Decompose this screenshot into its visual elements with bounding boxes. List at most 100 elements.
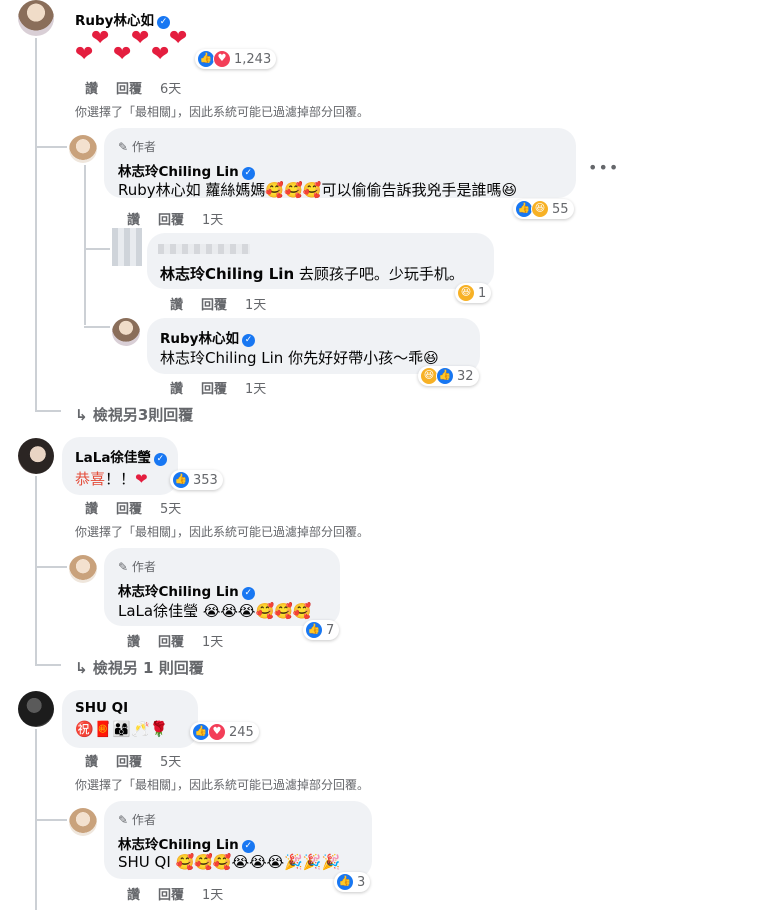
more-options-icon[interactable]: ••• xyxy=(588,158,619,177)
reaction-count[interactable]: 👍 3 xyxy=(334,872,371,892)
commenter-name-text[interactable]: Ruby林心如 xyxy=(160,331,239,347)
timestamp[interactable]: 1天 xyxy=(202,635,223,650)
reaction-count-text: 245 xyxy=(229,724,254,740)
timestamp[interactable]: 1天 xyxy=(245,382,266,397)
comment-text: SHU QI 🥰🥰🥰😭😭😭🎉🎉🎉 xyxy=(118,853,340,871)
reply-button[interactable]: 回覆 xyxy=(158,635,184,650)
comment-text-body: ㊗️🧧👨‍👩‍👦🥂🌹 xyxy=(75,720,169,738)
pencil-icon: ✎ xyxy=(118,560,129,574)
thread-line xyxy=(35,819,67,821)
commenter-name[interactable]: Ruby林心如 ✓ xyxy=(160,327,255,347)
love-icon: ♥ xyxy=(208,723,226,741)
pencil-icon: ✎ xyxy=(118,140,129,154)
reply-button[interactable]: 回覆 xyxy=(116,755,142,770)
avatar[interactable] xyxy=(18,438,54,474)
tag-link[interactable]: Ruby林心如 xyxy=(118,181,201,199)
like-button[interactable]: 讚 xyxy=(127,888,140,903)
commenter-name[interactable]: LaLa徐佳瑩 ✓ xyxy=(75,446,167,466)
comment-text: Ruby林心如 蘿絲媽媽🥰🥰🥰可以偷偷告訴我兇手是誰嗎😆 xyxy=(118,179,517,200)
tag-link[interactable]: LaLa徐佳瑩 xyxy=(118,602,198,620)
reaction-count[interactable]: 👍 😆 55 xyxy=(513,199,574,219)
like-button[interactable]: 讚 xyxy=(85,755,98,770)
avatar[interactable] xyxy=(69,555,97,583)
reply-button[interactable]: 回覆 xyxy=(201,298,227,313)
hearts-emoji: ❤ ❤ ❤ ❤ ❤ ❤ xyxy=(75,26,188,67)
commenter-name-text[interactable]: 林志玲Chiling Lin xyxy=(118,837,239,853)
verified-badge-icon: ✓ xyxy=(153,453,167,466)
tag-link[interactable]: 林志玲Chiling Lin xyxy=(160,265,294,283)
reaction-count[interactable]: 👍 7 xyxy=(303,620,340,640)
like-button[interactable]: 讚 xyxy=(85,82,98,97)
reaction-count[interactable]: 👍 353 xyxy=(170,470,223,490)
avatar[interactable] xyxy=(18,691,54,727)
tag-link[interactable]: SHU QI xyxy=(118,853,171,871)
like-button[interactable]: 讚 xyxy=(127,213,140,228)
avatar[interactable] xyxy=(69,808,97,836)
author-label: 作者 xyxy=(131,560,156,574)
timestamp[interactable]: 5天 xyxy=(160,755,181,770)
comment-text: 林志玲Chiling Lin 你先好好帶小孩～乖😆 xyxy=(160,347,439,368)
comment-bubble xyxy=(62,690,198,748)
thread-line xyxy=(35,146,67,148)
filter-note: 你選擇了「最相關」，因此系統可能已過濾掉部分回覆。 xyxy=(75,525,370,539)
reaction-count[interactable]: 👍 ♥ 1,243 xyxy=(195,49,277,69)
like-button[interactable]: 讚 xyxy=(170,298,183,313)
reply-arrow-icon: ↳ xyxy=(75,659,88,677)
timestamp[interactable]: 6天 xyxy=(160,82,181,97)
reply-arrow-icon: ↳ xyxy=(75,406,88,424)
avatar[interactable] xyxy=(69,135,97,163)
commenter-name-text[interactable]: LaLa徐佳瑩 xyxy=(75,450,151,466)
filter-note: 你選擇了「最相關」，因此系統可能已過濾掉部分回覆。 xyxy=(75,778,370,792)
avatar[interactable] xyxy=(112,318,140,346)
view-more-replies-link[interactable]: ↳ 檢視另3則回覆 xyxy=(75,404,193,425)
commenter-name[interactable]: 林志玲Chiling Lin ✓ xyxy=(118,833,255,853)
view-more-replies-link[interactable]: ↳ 檢視另 1 則回覆 xyxy=(75,657,204,678)
commenter-name-text[interactable]: SHU QI xyxy=(75,700,128,716)
heart-icon: ❤ xyxy=(135,470,148,488)
commenter-name-text[interactable]: 林志玲Chiling Lin xyxy=(118,584,239,600)
tag-link[interactable]: 林志玲Chiling Lin xyxy=(160,349,283,367)
comment-text-body: ！！ xyxy=(105,470,136,488)
timestamp[interactable]: 1天 xyxy=(245,298,266,313)
comment-text-body: 蘿絲媽媽🥰🥰🥰可以偷偷告訴我兇手是誰嗎😆 xyxy=(200,181,518,199)
author-tag: ✎ 作者 xyxy=(118,138,156,155)
commenter-name[interactable]: 林志玲Chiling Lin ✓ xyxy=(118,160,255,180)
comment-actions: 讚 回覆 5天 xyxy=(85,498,199,517)
comment-text: 恭喜！！❤ xyxy=(75,468,148,489)
commenter-name[interactable]: SHU QI xyxy=(75,700,128,716)
comment-text-body: 去顾孩子吧。少玩手机。 xyxy=(294,265,464,283)
view-more-replies-text[interactable]: 檢視另3則回覆 xyxy=(93,406,193,424)
reply-button[interactable]: 回覆 xyxy=(201,382,227,397)
reaction-count[interactable]: 😆 1 xyxy=(455,283,492,303)
like-button[interactable]: 讚 xyxy=(85,502,98,517)
author-label: 作者 xyxy=(131,813,156,827)
commenter-name-text[interactable]: 林志玲Chiling Lin xyxy=(118,164,239,180)
reaction-count-text: 55 xyxy=(552,201,569,217)
avatar[interactable] xyxy=(18,0,54,36)
view-more-replies-text[interactable]: 檢視另 1 則回覆 xyxy=(93,659,204,677)
like-icon: 👍 xyxy=(336,873,354,891)
author-tag: ✎ 作者 xyxy=(118,811,156,828)
like-icon: 👍 xyxy=(172,471,190,489)
reply-button[interactable]: 回覆 xyxy=(116,502,142,517)
timestamp[interactable]: 5天 xyxy=(160,502,181,517)
like-button[interactable]: 讚 xyxy=(127,635,140,650)
comment-actions: 讚 回覆 5天 xyxy=(85,751,199,770)
verified-badge-icon: ✓ xyxy=(241,840,255,853)
comment-actions: 讚 回覆 1天 xyxy=(170,378,284,397)
reply-button[interactable]: 回覆 xyxy=(116,82,142,97)
like-button[interactable]: 讚 xyxy=(170,382,183,397)
avatar[interactable] xyxy=(112,228,142,266)
timestamp[interactable]: 1天 xyxy=(202,888,223,903)
haha-icon: 😆 xyxy=(531,200,549,218)
reaction-count[interactable]: 👍 ♥ 245 xyxy=(190,722,259,742)
reply-button[interactable]: 回覆 xyxy=(158,888,184,903)
comment-text: ㊗️🧧👨‍👩‍👦🥂🌹 xyxy=(75,720,168,738)
reply-button[interactable]: 回覆 xyxy=(158,213,184,228)
timestamp[interactable]: 1天 xyxy=(202,213,223,228)
comment-actions: 讚 回覆 1天 xyxy=(127,884,241,903)
commenter-name[interactable]: Ruby林心如 ✓ xyxy=(75,9,170,29)
reaction-count[interactable]: 😆 👍 32 xyxy=(418,366,479,386)
comment-actions: 讚 回覆 6天 xyxy=(85,78,199,97)
commenter-name[interactable]: 林志玲Chiling Lin ✓ xyxy=(118,580,255,600)
